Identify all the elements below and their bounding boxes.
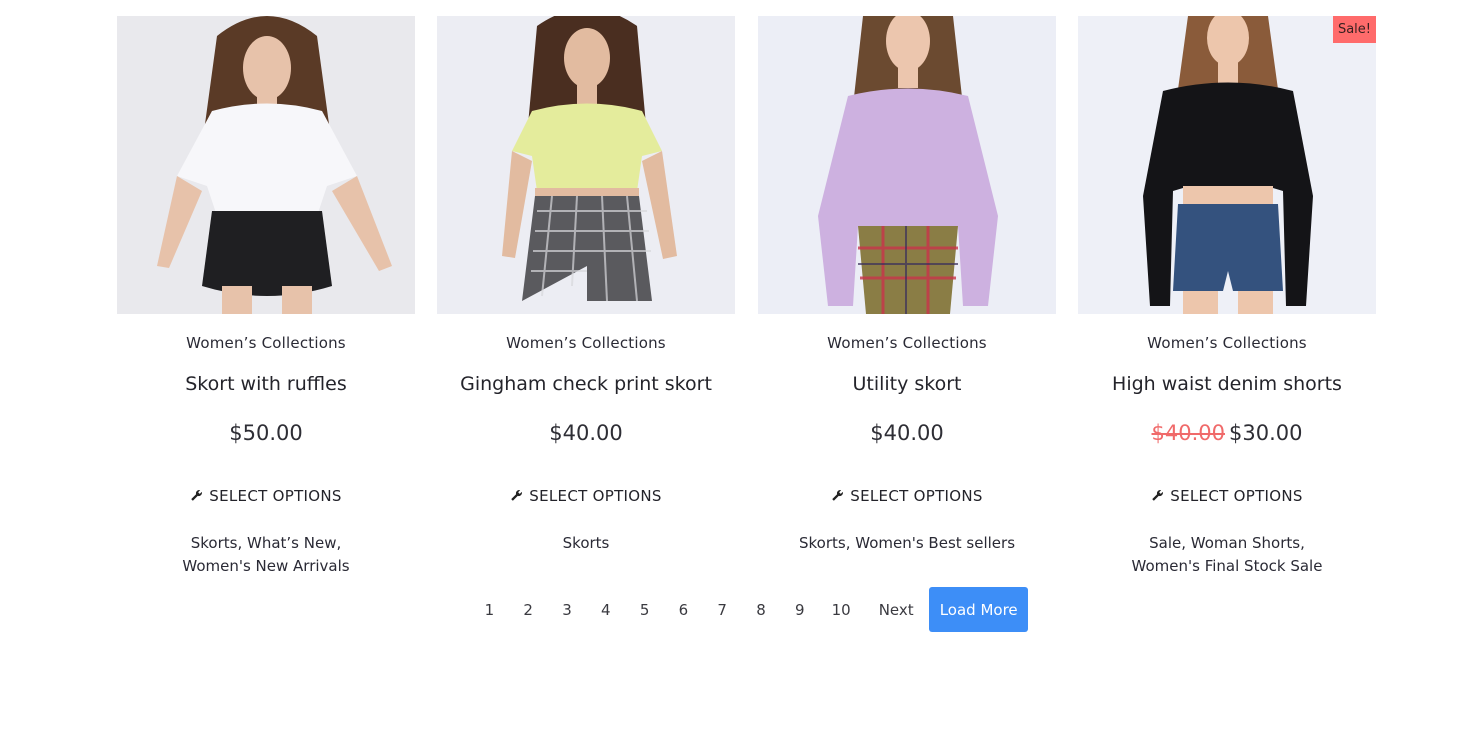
- page-link-9[interactable]: 9: [780, 601, 819, 619]
- product-category[interactable]: Women’s Collections: [117, 333, 415, 353]
- product-tags: Skorts: [457, 532, 715, 555]
- tag-link[interactable]: Skorts: [799, 534, 846, 552]
- product-tags: Sale, Woman Shorts, Women's Final Stock …: [1131, 534, 1323, 575]
- tag-link[interactable]: What’s New: [247, 534, 336, 552]
- select-options-button[interactable]: SELECT OPTIONS: [117, 486, 415, 506]
- product-image[interactable]: [437, 16, 735, 314]
- load-more-button[interactable]: Load More: [929, 587, 1029, 632]
- page-link-5[interactable]: 5: [625, 601, 664, 619]
- sale-badge: Sale!: [1332, 16, 1376, 43]
- product-image[interactable]: [117, 16, 415, 314]
- tag-link[interactable]: Women's Best sellers: [855, 534, 1015, 552]
- page-link-7[interactable]: 7: [703, 601, 742, 619]
- select-options-button[interactable]: SELECT OPTIONS: [758, 486, 1056, 506]
- product-card: Sale! Women’s Collections High waist den…: [1078, 16, 1376, 586]
- tag-link[interactable]: Women's Final Stock Sale: [1132, 557, 1323, 575]
- price-current: $40.00: [549, 421, 623, 445]
- page-link-6[interactable]: 6: [664, 601, 703, 619]
- product-title[interactable]: Skort with ruffles: [117, 371, 415, 397]
- pagination: 1 2 3 4 5 6 7 8 9 10 Next Load More: [470, 587, 1029, 632]
- page-link-4[interactable]: 4: [586, 601, 625, 619]
- page-link-10[interactable]: 10: [819, 601, 863, 619]
- product-tags: Skorts, Women's Best sellers: [798, 534, 1016, 552]
- select-options-label: SELECT OPTIONS: [209, 487, 342, 505]
- product-price: $40.00: [758, 419, 1056, 447]
- price-old: $40.00: [1151, 421, 1225, 445]
- product-photo: [1078, 16, 1376, 314]
- select-options-label: SELECT OPTIONS: [850, 487, 983, 505]
- product-grid: Women’s Collections Skort with ruffles $…: [117, 16, 1376, 586]
- product-title[interactable]: High waist denim shorts: [1078, 371, 1376, 397]
- product-photo: [758, 16, 1056, 314]
- product-category[interactable]: Women’s Collections: [1078, 333, 1376, 353]
- page-link-1[interactable]: 1: [470, 601, 509, 619]
- product-photo: [437, 16, 735, 314]
- product-card: Women’s Collections Gingham check print …: [437, 16, 735, 586]
- product-photo: [117, 16, 415, 314]
- product-card: Women’s Collections Skort with ruffles $…: [117, 16, 415, 586]
- product-card: Women’s Collections Utility skort $40.00…: [758, 16, 1056, 586]
- product-category[interactable]: Women’s Collections: [758, 333, 1056, 353]
- product-title[interactable]: Gingham check print skort: [437, 371, 735, 397]
- product-price: $40.00: [437, 419, 735, 447]
- page-link-2[interactable]: 2: [509, 601, 548, 619]
- page-link-8[interactable]: 8: [742, 601, 781, 619]
- product-price: $40.00 $30.00: [1078, 419, 1376, 447]
- select-options-label: SELECT OPTIONS: [1170, 487, 1303, 505]
- wrench-icon: [832, 490, 844, 501]
- wrench-icon: [1152, 490, 1164, 501]
- next-page-link[interactable]: Next: [863, 601, 929, 619]
- tag-link[interactable]: Skorts: [563, 534, 610, 552]
- product-image[interactable]: [758, 16, 1056, 314]
- select-options-button[interactable]: SELECT OPTIONS: [437, 486, 735, 506]
- select-options-button[interactable]: SELECT OPTIONS: [1078, 486, 1376, 506]
- page-link-3[interactable]: 3: [548, 601, 587, 619]
- wrench-icon: [191, 490, 203, 501]
- price-current: $50.00: [229, 421, 303, 445]
- tag-link[interactable]: Sale: [1149, 534, 1181, 552]
- price-current: $30.00: [1229, 421, 1303, 445]
- product-image[interactable]: Sale!: [1078, 16, 1376, 314]
- product-category[interactable]: Women’s Collections: [437, 333, 735, 353]
- product-tags: Skorts, What’s New, Women's New Arrivals: [182, 534, 350, 575]
- product-price: $50.00: [117, 419, 415, 447]
- select-options-label: SELECT OPTIONS: [529, 487, 662, 505]
- product-title[interactable]: Utility skort: [758, 371, 1056, 397]
- wrench-icon: [511, 490, 523, 501]
- tag-link[interactable]: Woman Shorts: [1191, 534, 1300, 552]
- tag-link[interactable]: Women's New Arrivals: [182, 557, 349, 575]
- tag-link[interactable]: Skorts: [191, 534, 238, 552]
- price-current: $40.00: [870, 421, 944, 445]
